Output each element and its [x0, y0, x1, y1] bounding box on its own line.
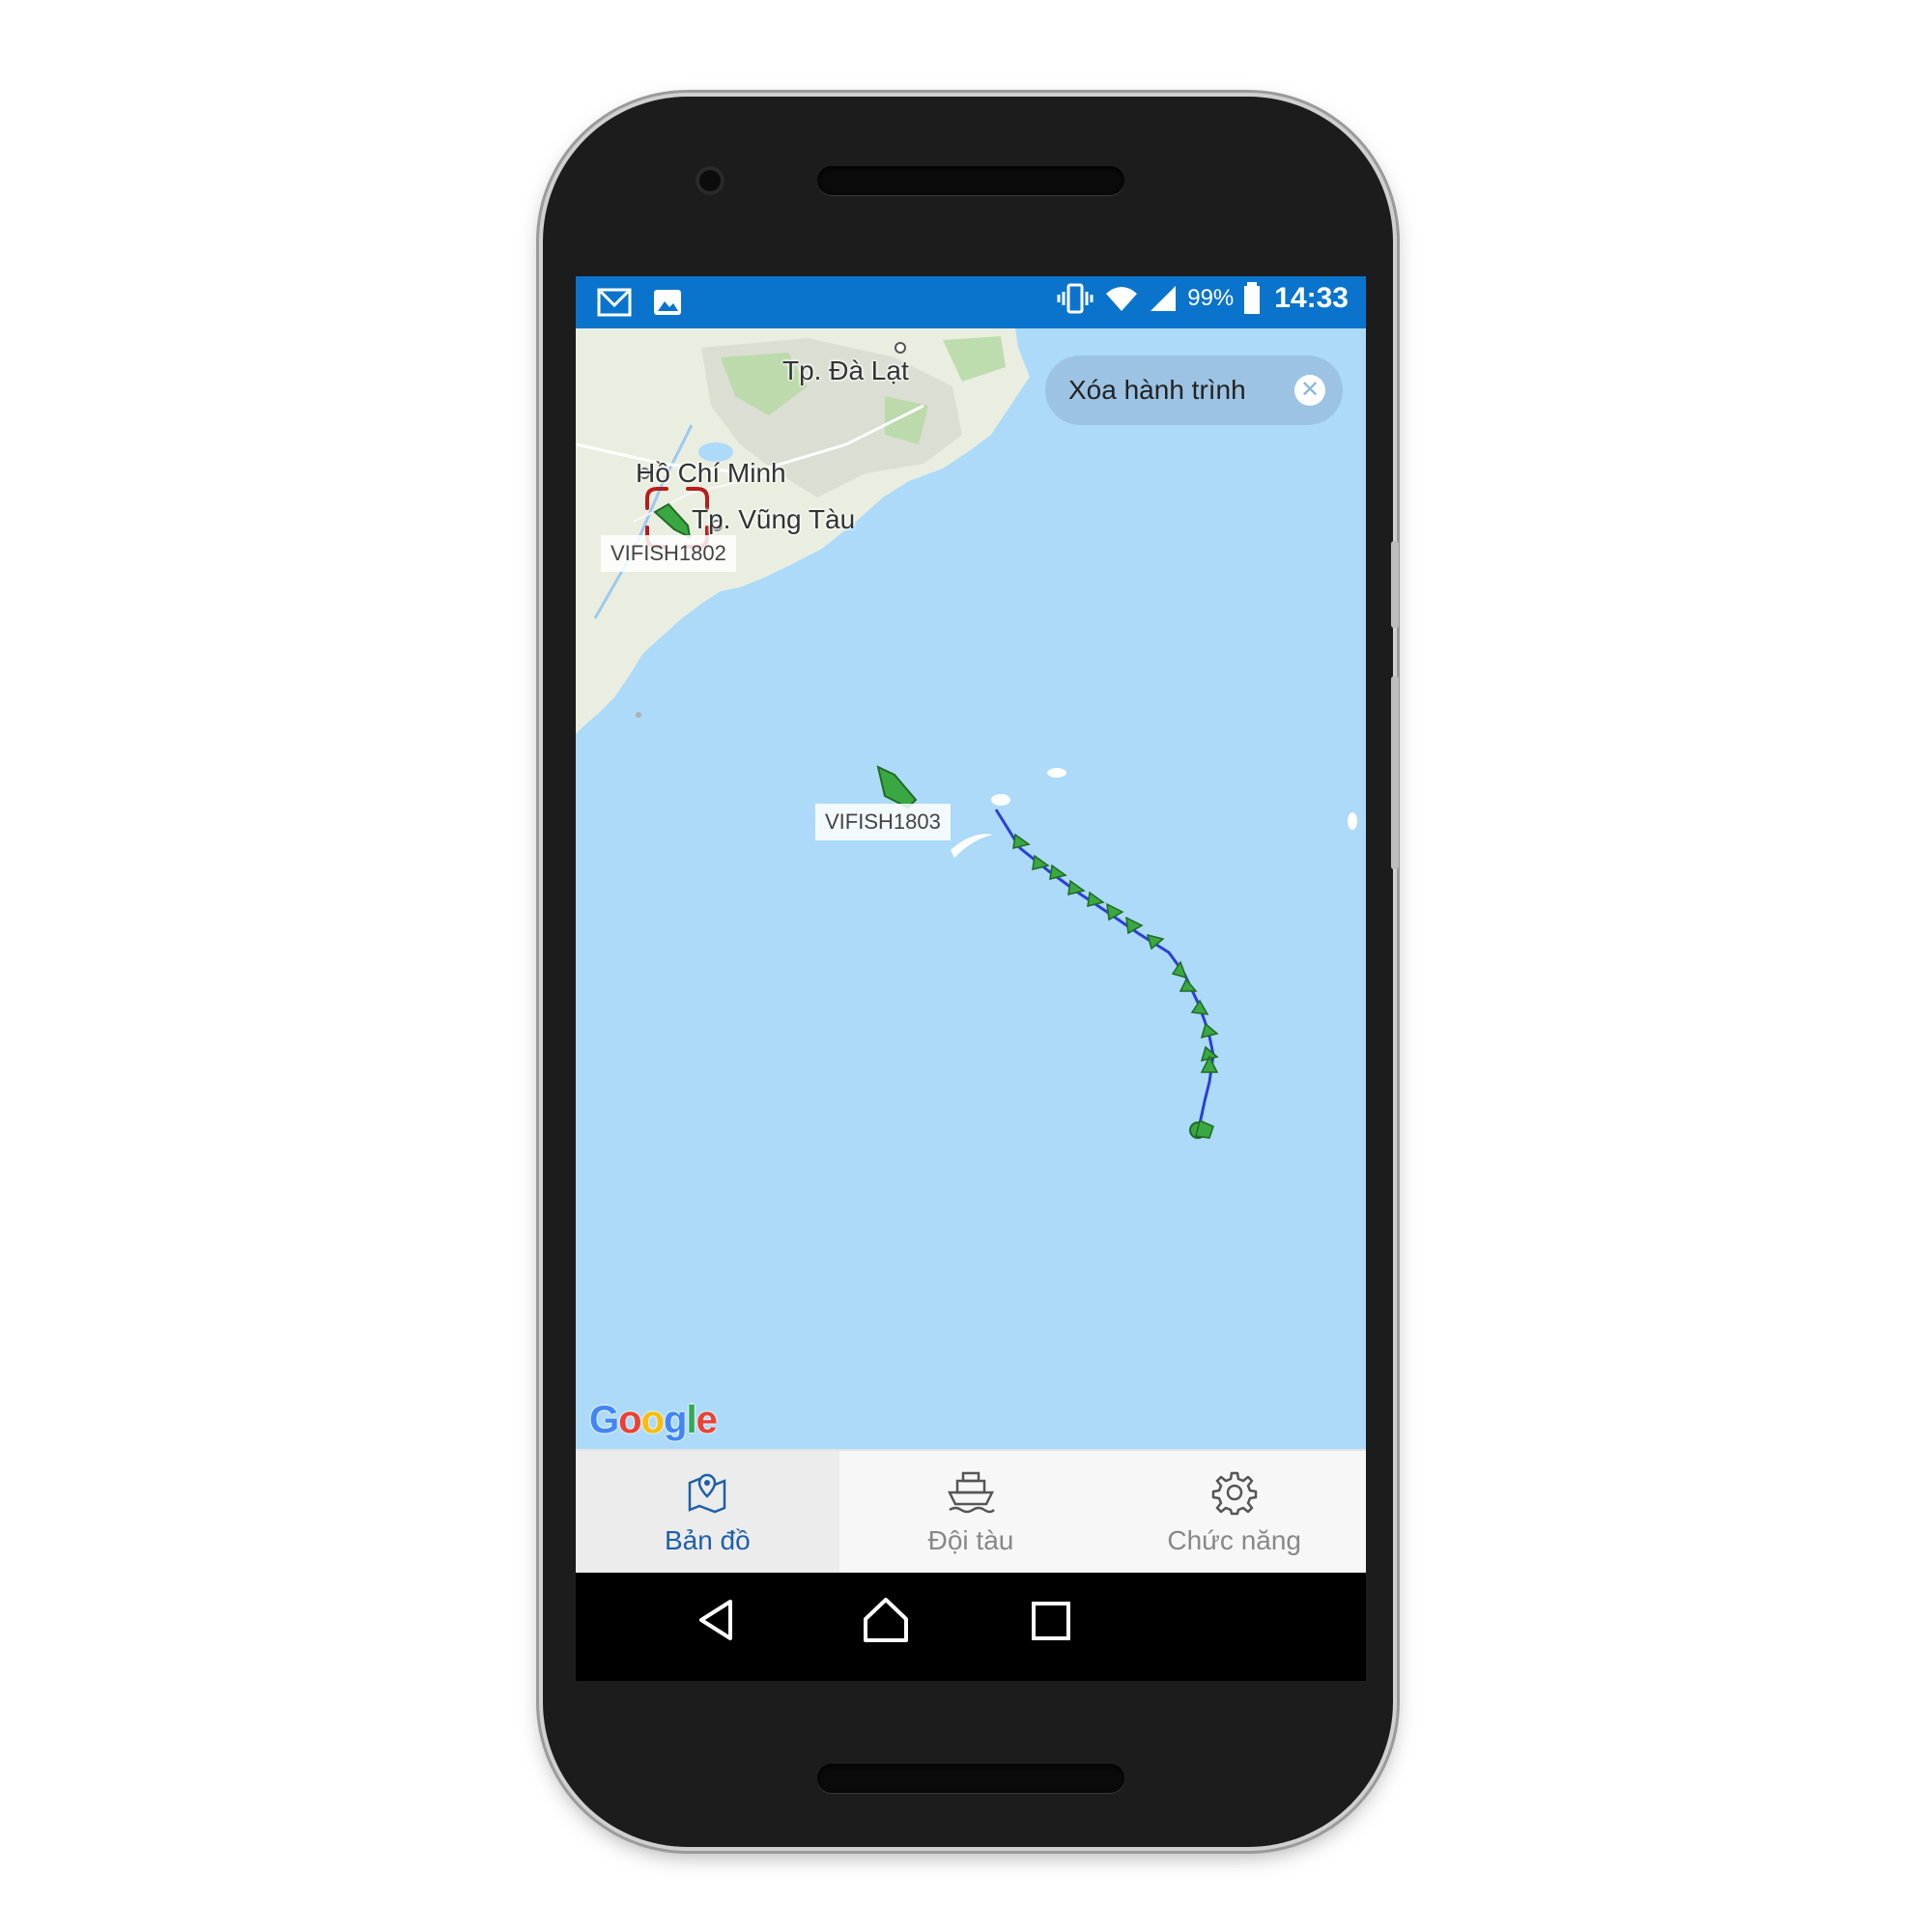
- island: [1047, 768, 1066, 778]
- city-dot-dalat: [895, 342, 906, 354]
- tab-functions[interactable]: Chức năng: [1102, 1451, 1366, 1575]
- city-label-vungtau: Tp. Vũng Tàu: [692, 504, 856, 534]
- back-icon[interactable]: [694, 1596, 742, 1644]
- vibrate-icon: [1057, 283, 1094, 314]
- tab-label: Chức năng: [1167, 1525, 1301, 1555]
- island: [1348, 812, 1357, 830]
- wifi-icon: [1106, 287, 1138, 311]
- recents-icon[interactable]: [1030, 1600, 1072, 1642]
- signal-icon: [1151, 286, 1177, 311]
- screen: 99% 14:33 Tp. Đà Lạt Hồ Chí Minh Tp. Vũn…: [576, 276, 1366, 1681]
- city-label-hcm: Hồ Chí Minh: [636, 458, 786, 488]
- city-label-dalat: Tp. Đà Lạt: [782, 355, 909, 385]
- tab-fleet[interactable]: Đội tàu: [839, 1451, 1103, 1575]
- top-speaker: [817, 166, 1124, 195]
- map-pin-icon: [689, 1473, 726, 1514]
- ship-icon: [947, 1471, 995, 1514]
- clear-track-button[interactable]: Xóa hành trình ✕: [1045, 355, 1343, 425]
- map-canvas: [576, 328, 1366, 1449]
- clock: 14:33: [1274, 282, 1349, 314]
- vessel-label[interactable]: VIFISH1802: [601, 535, 736, 572]
- front-camera: [696, 166, 724, 195]
- vessel-label[interactable]: VIFISH1803: [815, 804, 951, 840]
- battery-icon: [1244, 282, 1261, 314]
- tab-map[interactable]: Bản đồ: [576, 1451, 839, 1575]
- status-bar: 99% 14:33: [576, 276, 1366, 328]
- home-icon[interactable]: [860, 1594, 912, 1646]
- image-icon: [654, 290, 681, 315]
- map-view[interactable]: Tp. Đà Lạt Hồ Chí Minh Tp. Vũng Tàu VIFI…: [576, 328, 1366, 1449]
- gear-icon: [1211, 1471, 1257, 1516]
- google-logo: Google: [589, 1399, 718, 1441]
- mail-icon: [597, 288, 632, 317]
- volume-button: [1391, 676, 1399, 869]
- phone-frame: 99% 14:33 Tp. Đà Lạt Hồ Chí Minh Tp. Vũn…: [543, 97, 1399, 1847]
- island: [636, 712, 641, 718]
- bottom-tab-bar: Bản đồ Đội tàu Chức năng: [576, 1449, 1366, 1575]
- battery-percent: 99%: [1187, 285, 1235, 311]
- system-nav-bar: [576, 1573, 1366, 1681]
- power-button: [1391, 541, 1399, 628]
- island: [991, 794, 1010, 806]
- tab-label: Bản đồ: [664, 1525, 751, 1555]
- close-icon[interactable]: ✕: [1294, 375, 1325, 406]
- clear-track-label: Xóa hành trình: [1068, 375, 1246, 405]
- bottom-speaker: [817, 1764, 1124, 1793]
- tab-label: Đội tàu: [927, 1525, 1014, 1555]
